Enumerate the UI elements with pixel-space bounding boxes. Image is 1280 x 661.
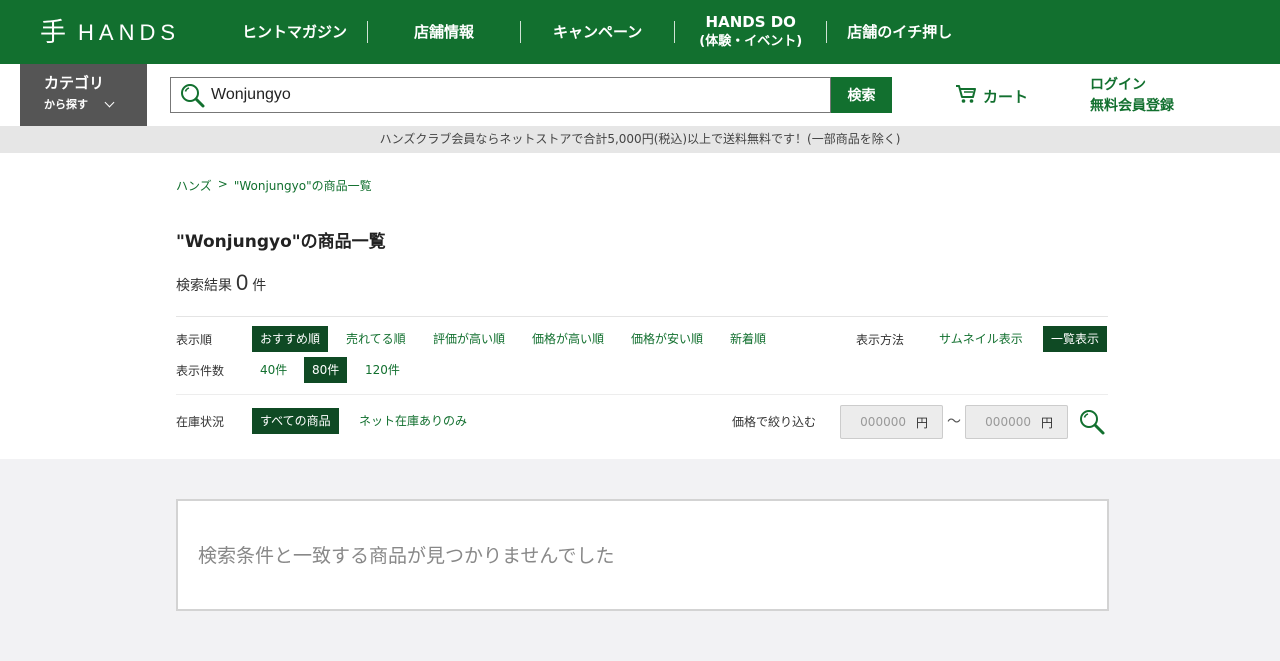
nav-store-info[interactable]: 店舗情報 <box>368 23 520 41</box>
result-count: 検索結果 0 件 <box>176 270 266 296</box>
stock-option-online-only[interactable]: ネット在庫ありのみ <box>359 408 467 434</box>
display-mode-list[interactable]: 一覧表示 <box>1043 326 1108 352</box>
login-link[interactable]: ログイン <box>1090 75 1174 96</box>
cart-link[interactable]: カート <box>955 84 1028 108</box>
price-search-icon[interactable] <box>1078 408 1106 436</box>
result-count-label: 検索結果 <box>176 278 232 294</box>
divider <box>176 316 1108 317</box>
cart-icon <box>955 84 977 108</box>
empty-results-box: 検索条件と一致する商品が見つかりませんでした <box>176 499 1109 611</box>
sort-label: 表示順 <box>176 333 213 347</box>
sort-option-price-high[interactable]: 価格が高い順 <box>532 326 604 352</box>
breadcrumb-home[interactable]: ハンズ <box>176 177 212 194</box>
top-nav: ヒントマガジン 店舗情報 キャンペーン HANDS DO (体験・イベント) 店… <box>222 0 972 64</box>
logo-mark: 手 <box>40 18 67 48</box>
register-link[interactable]: 無料会員登録 <box>1090 96 1174 117</box>
price-max-placeholder: 000000 <box>985 415 1031 429</box>
sort-option-top-rated[interactable]: 評価が高い順 <box>433 326 505 352</box>
price-min-field[interactable]: 000000 円 <box>840 405 943 439</box>
result-count-number: 0 <box>236 270 249 295</box>
category-button-title: カテゴリ <box>44 74 105 92</box>
per-page-80[interactable]: 80件 <box>304 357 348 383</box>
search-icon <box>179 82 205 108</box>
top-header: 手 HANDS ヒントマガジン 店舗情報 キャンペーン HANDS DO (体験… <box>0 0 1280 64</box>
price-filter-label: 価格で絞り込む <box>732 415 817 429</box>
sort-option-recommended[interactable]: おすすめ順 <box>252 326 329 352</box>
nav-store-picks[interactable]: 店舗のイチ押し <box>827 23 972 41</box>
nav-hands-do-label: HANDS DO <box>705 13 796 31</box>
nav-hint-magazine[interactable]: ヒントマガジン <box>222 23 367 41</box>
breadcrumb-current[interactable]: "Wonjungyo"の商品一覧 <box>234 177 372 194</box>
divider <box>176 394 1108 395</box>
logo-text: HANDS <box>78 20 181 45</box>
search-box <box>170 77 831 113</box>
display-mode-label: 表示方法 <box>856 333 905 347</box>
sort-option-best-selling[interactable]: 売れてる順 <box>346 326 406 352</box>
price-min-placeholder: 000000 <box>860 415 906 429</box>
search-input[interactable] <box>211 86 811 104</box>
nav-hands-do[interactable]: HANDS DO (体験・イベント) <box>675 12 826 52</box>
nav-hands-do-sub: (体験・イベント) <box>699 34 803 49</box>
price-min-unit: 円 <box>915 415 928 430</box>
page-title: "Wonjungyo"の商品一覧 <box>176 232 386 252</box>
category-button-sub-row: から探す <box>44 96 147 112</box>
shipping-notice: ハンズクラブ会員ならネットストアで合計5,000円(税込)以上で送料無料です！(… <box>0 126 1280 153</box>
account-links: ログイン 無料会員登録 <box>1090 75 1174 117</box>
search-button[interactable]: 検索 <box>831 77 892 113</box>
sort-option-newest[interactable]: 新着順 <box>730 326 766 352</box>
breadcrumb: ハンズ > "Wonjungyo"の商品一覧 <box>176 177 372 194</box>
result-count-unit: 件 <box>252 278 267 294</box>
hands-logo[interactable]: 手 HANDS <box>40 18 180 48</box>
cart-label: カート <box>983 87 1029 106</box>
display-mode-thumbnail[interactable]: サムネイル表示 <box>939 326 1023 352</box>
per-page-120[interactable]: 120件 <box>365 357 400 383</box>
price-max-unit: 円 <box>1040 415 1053 430</box>
breadcrumb-separator: > <box>217 177 228 191</box>
nav-campaign[interactable]: キャンペーン <box>521 23 674 41</box>
stock-option-all[interactable]: すべての商品 <box>252 408 339 434</box>
price-max-field[interactable]: 000000 円 <box>965 405 1068 439</box>
per-page-40[interactable]: 40件 <box>260 357 287 383</box>
price-range-separator: 〜 <box>947 414 961 430</box>
category-button[interactable]: カテゴリ から探す <box>20 64 147 127</box>
category-button-sub: から探す <box>44 98 88 111</box>
chevron-down-icon <box>104 97 115 107</box>
sort-option-price-low[interactable]: 価格が安い順 <box>631 326 703 352</box>
per-page-label: 表示件数 <box>176 364 225 378</box>
stock-label: 在庫状況 <box>176 415 225 429</box>
empty-results-message: 検索条件と一致する商品が見つかりませんでした <box>198 545 615 567</box>
